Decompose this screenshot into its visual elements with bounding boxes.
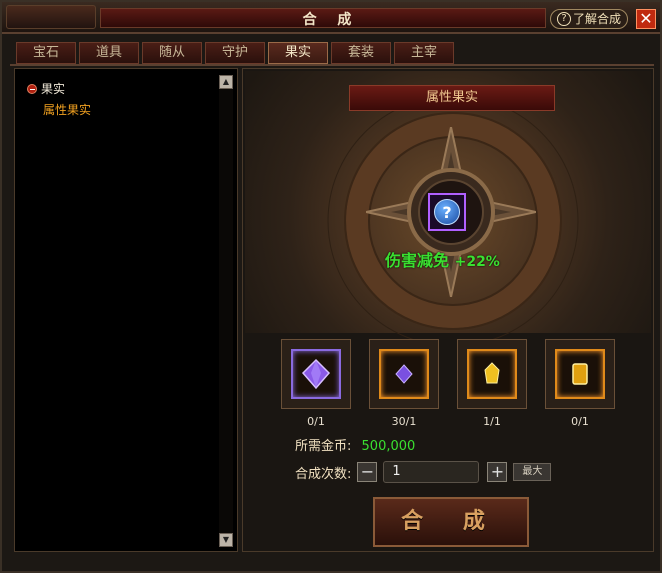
material-count-2: 30/1 <box>391 415 417 428</box>
increase-button[interactable]: + <box>487 462 508 482</box>
attribute-name: 伤害减免 <box>385 251 450 270</box>
tree-node-label: 果实 <box>41 82 66 96</box>
tab-dominator[interactable]: 主宰 <box>394 42 454 64</box>
material-count-1: 0/1 <box>307 415 325 428</box>
tab-gem[interactable]: 宝石 <box>16 42 76 64</box>
help-label: 了解合成 <box>573 12 622 26</box>
material-count-4: 0/1 <box>571 415 589 428</box>
craft-count-input[interactable]: 1 <box>383 461 480 483</box>
craft-count-label: 合成次数: <box>295 466 352 482</box>
attribute-preview: 伤害减免 +22% <box>385 247 500 271</box>
craft-button[interactable]: 合 成 <box>373 497 529 547</box>
material-count-3: 1/1 <box>483 415 501 428</box>
small-purple-gem-icon <box>395 364 413 384</box>
material-slot-4[interactable] <box>545 339 615 409</box>
gold-cost-label: 所需金币: <box>295 439 352 454</box>
target-item-slot[interactable]: ? <box>428 193 466 231</box>
title-bar[interactable]: 合 成 ? 了解合成 ✕ <box>2 2 660 34</box>
unknown-item-icon: ? <box>434 199 460 225</box>
tab-item[interactable]: 道具 <box>79 42 139 64</box>
rune-circle-backdrop: 属性果实 ? 伤害减免 +22% <box>245 71 651 341</box>
material-slot-2[interactable] <box>369 339 439 409</box>
max-button[interactable]: 最大 <box>513 463 552 481</box>
material-frame <box>555 349 605 399</box>
tree-scrollbar[interactable]: ▲ ▼ <box>219 75 233 547</box>
category-tabs: 宝石 道具 随从 守护 果实 套装 主宰 <box>16 42 454 64</box>
close-button[interactable]: ✕ <box>636 9 656 29</box>
material-slot-1[interactable] <box>281 339 351 409</box>
craft-count-row: 合成次数: − 1 + 最大 <box>295 461 552 483</box>
attribute-value: +22% <box>454 254 500 270</box>
purple-crystal-icon <box>301 358 331 390</box>
tab-follower[interactable]: 随从 <box>142 42 202 64</box>
yellow-gem-icon <box>484 362 500 384</box>
material-frame <box>379 349 429 399</box>
tab-fruit[interactable]: 果实 <box>268 42 328 64</box>
recipe-title-banner: 属性果实 <box>349 85 555 111</box>
tree-item-attribute-fruit[interactable]: 属性果实 <box>43 101 91 118</box>
material-slot-3[interactable] <box>457 339 527 409</box>
scroll-down-button[interactable]: ▼ <box>219 533 233 547</box>
gold-bar-icon <box>572 363 588 385</box>
collapse-icon[interactable] <box>27 83 37 94</box>
question-icon: ? <box>557 12 571 26</box>
help-button[interactable]: ? 了解合成 <box>550 9 629 29</box>
decrease-button[interactable]: − <box>357 462 378 482</box>
scroll-up-button[interactable]: ▲ <box>219 75 233 89</box>
material-slots <box>281 339 621 415</box>
synthesis-panel: 属性果实 ? 伤害减免 +22% 0/1 30/1 1/1 0/1 所需金币: … <box>242 68 654 552</box>
synthesis-window: 合 成 ? 了解合成 ✕ 宝石 道具 随从 守护 果实 套装 主宰 果实 属性果… <box>0 0 662 573</box>
material-frame <box>467 349 517 399</box>
gold-cost-row: 所需金币: 500,000 <box>295 435 415 454</box>
tab-divider <box>10 64 654 66</box>
gold-cost-amount: 500,000 <box>361 439 416 454</box>
material-frame <box>291 349 341 399</box>
tree-node-fruit[interactable]: 果实 <box>27 80 65 97</box>
tab-guardian[interactable]: 守护 <box>205 42 265 64</box>
tab-set[interactable]: 套装 <box>331 42 391 64</box>
recipe-tree-panel: 果实 属性果实 ▲ ▼ <box>14 68 238 552</box>
